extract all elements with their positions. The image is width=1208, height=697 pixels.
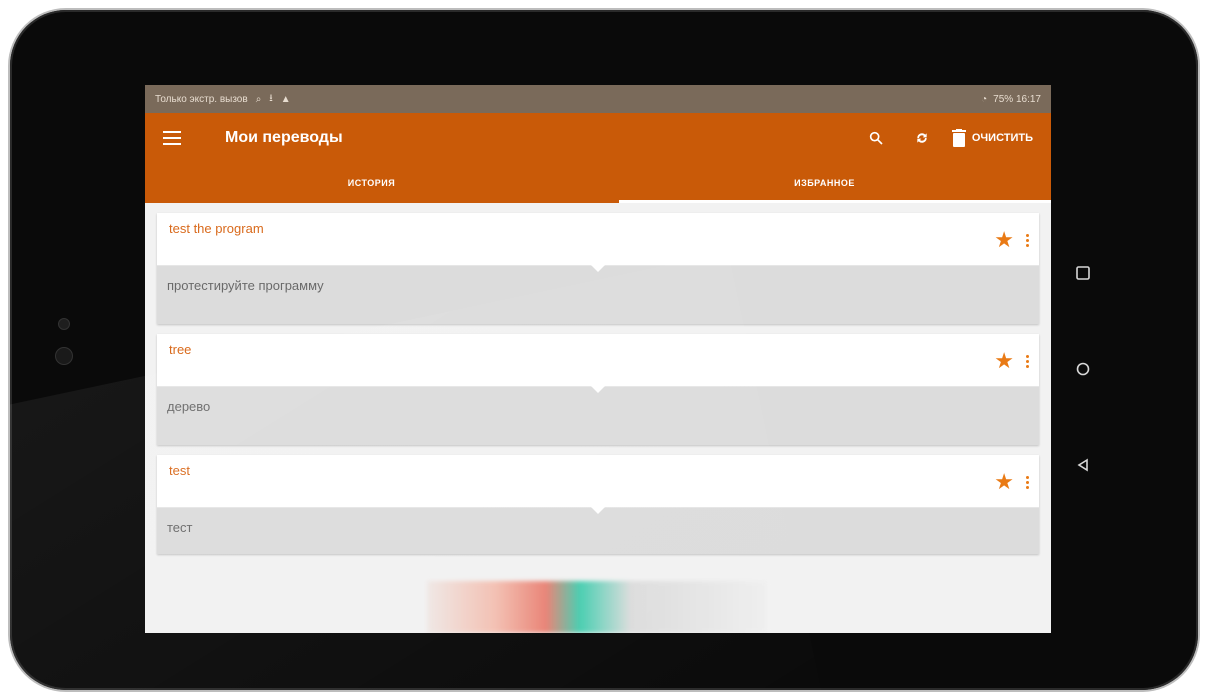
source-text: test the program <box>169 221 264 236</box>
list-item-header: tree ★ <box>157 334 1039 387</box>
sync-icon <box>917 133 927 143</box>
download-status-icon: ⭳ <box>269 92 273 104</box>
square-icon <box>1076 266 1090 280</box>
status-bar: Только экстр. вызов ⌕ ⭳ ▲ ◔ 75% 16:17 <box>145 85 1051 113</box>
translation-text: дерево <box>167 399 211 414</box>
list-item[interactable]: test the program ★ протестируйте програм… <box>157 213 1039 324</box>
more-vert-icon[interactable] <box>1026 354 1029 368</box>
search-status-icon: ⌕ <box>255 93 262 105</box>
list-item-translation: тест <box>157 507 1039 554</box>
list-item-actions: ★ <box>994 471 1029 493</box>
list-item-header: test ★ <box>157 455 1039 508</box>
clear-label: ОЧИСТИТЬ <box>971 132 1033 144</box>
app-screen: Только экстр. вызов ⌕ ⭳ ▲ ◔ 75% 16:17 Мо… <box>145 85 1051 633</box>
tablet-device: Только экстр. вызов ⌕ ⭳ ▲ ◔ 75% 16:17 Мо… <box>10 10 1198 690</box>
translation-list: test the program ★ протестируйте програм… <box>145 213 1051 554</box>
hamburger-icon[interactable] <box>163 131 181 145</box>
tab-history[interactable]: ИСТОРИЯ <box>145 163 598 203</box>
upload-status-icon: ▲ <box>280 93 291 105</box>
camera <box>58 318 70 330</box>
more-vert-icon[interactable] <box>1026 233 1029 247</box>
page-title: Мои переводы <box>225 129 343 146</box>
status-text-left: Только экстр. вызов <box>155 93 248 105</box>
app-bar: Мои переводы ОЧИСТИТЬ <box>145 113 1051 163</box>
star-icon[interactable]: ★ <box>994 350 1014 372</box>
source-text: tree <box>169 342 192 357</box>
sync-button[interactable] <box>902 118 942 158</box>
back-button[interactable] <box>1070 452 1096 478</box>
more-vert-icon[interactable] <box>1026 475 1029 489</box>
translation-text: протестируйте программу <box>167 278 324 293</box>
list-item-translation: протестируйте программу <box>157 265 1039 324</box>
tabs-bar: ИСТОРИЯ ИЗБРАННОЕ <box>145 163 1051 203</box>
star-icon[interactable]: ★ <box>994 229 1014 251</box>
search-button[interactable] <box>856 118 896 158</box>
recents-button[interactable] <box>1070 260 1096 286</box>
source-text: test <box>169 463 190 478</box>
trash-icon <box>951 129 966 147</box>
ad-banner[interactable] <box>427 581 767 633</box>
list-item-translation: дерево <box>157 386 1039 445</box>
list-item[interactable]: test ★ тест <box>157 455 1039 554</box>
list-item-actions: ★ <box>994 350 1029 372</box>
status-text-right: 75% 16:17 <box>993 93 1041 105</box>
wifi-icon: ◔ <box>981 93 988 105</box>
search-icon <box>869 131 883 145</box>
clear-button[interactable]: ОЧИСТИТЬ <box>951 129 1033 147</box>
tab-favorites[interactable]: ИЗБРАННОЕ <box>598 163 1051 203</box>
home-button[interactable] <box>1070 356 1096 382</box>
list-item-header: test the program ★ <box>157 213 1039 266</box>
list-item-actions: ★ <box>994 229 1029 251</box>
star-icon[interactable]: ★ <box>994 471 1014 493</box>
android-nav-keys <box>1070 260 1096 548</box>
front-sensor <box>55 347 73 365</box>
list-item[interactable]: tree ★ дерево <box>157 334 1039 445</box>
tab-indicator <box>619 200 1051 203</box>
back-triangle-icon <box>1077 458 1088 472</box>
circle-icon <box>1076 362 1090 376</box>
translation-text: тест <box>167 520 193 535</box>
